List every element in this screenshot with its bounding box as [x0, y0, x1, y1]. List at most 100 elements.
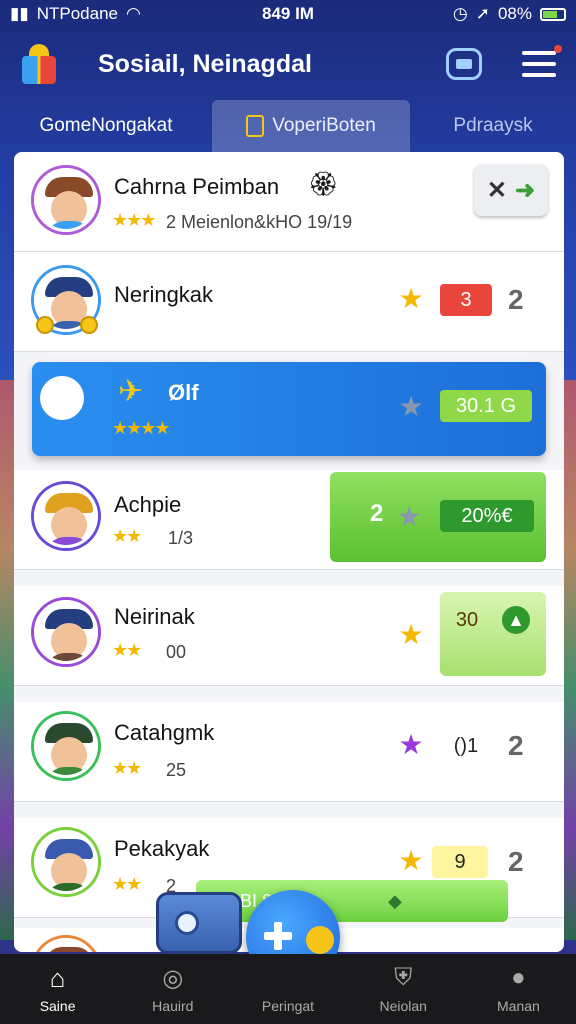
tab-gomenongakat[interactable]: GomeNongakat — [0, 100, 212, 152]
score-badge: 20%€ — [440, 500, 534, 532]
trophy-icon: 🏵 — [308, 171, 339, 198]
nav-label: Peringat — [261, 998, 315, 1014]
star-icon: ★ — [398, 729, 424, 760]
alarm-icon: ◷ — [452, 4, 468, 23]
gift-icon[interactable] — [20, 44, 58, 84]
star-icon: ★ — [398, 619, 424, 650]
robot-icon — [175, 911, 199, 935]
star-icon: ★ — [396, 501, 422, 532]
star-icon: ★ — [398, 283, 424, 314]
tab-voperiboten[interactable]: VoperiBoten — [212, 100, 410, 152]
star-rating: ★★ — [112, 640, 142, 660]
player-name: Catahgmk — [114, 720, 215, 745]
tab-pdraaysk[interactable]: Pdraaysk — [410, 100, 576, 152]
battery-label: 08% — [497, 4, 532, 23]
rocket-icon: ✈ — [118, 375, 144, 408]
star-rating: ★★ — [112, 874, 142, 894]
score-badge: 30.1 G — [440, 390, 532, 422]
star-rating: ★★ — [112, 526, 142, 546]
avatar — [34, 830, 98, 894]
star-rating: ★★★★ — [112, 418, 171, 438]
status-left: ▮▮ NTPodane ◠ — [10, 4, 210, 24]
avatar — [34, 168, 98, 232]
nav-label: Neiolan — [379, 998, 427, 1014]
gamepad-knob — [306, 926, 334, 954]
player-name: Achpie — [114, 492, 182, 517]
star-icon: ★ — [398, 845, 424, 876]
player-name: Neringkak — [114, 282, 214, 307]
arrow-up-icon: ▲ — [502, 606, 530, 634]
home-icon: ⌂ — [49, 962, 66, 993]
avatar — [34, 600, 98, 664]
arrow-right-icon: ➜ — [515, 176, 536, 204]
tab-label: GomeNongakat — [39, 115, 173, 136]
star-icon: ★ — [398, 391, 424, 422]
status-right: ◷ ➚ 08% — [366, 4, 566, 24]
nav-label: Manan — [497, 998, 540, 1014]
progress-banner[interactable]: BI 881% ◆ — [196, 880, 508, 922]
avatar — [34, 714, 98, 778]
score-badge: 3 — [440, 284, 492, 316]
nav-hauird[interactable]: ◎ Hauird — [115, 954, 230, 1024]
player-meta: 25 — [166, 760, 187, 780]
star-rating: ★★ — [112, 758, 142, 778]
close-icon: ✕ — [486, 176, 507, 204]
player-name: Ølf — [168, 380, 199, 405]
chat-icon — [456, 59, 472, 69]
avatar — [34, 484, 98, 548]
status-time: 849 IM — [262, 4, 314, 23]
nav-manan[interactable]: ● Manan — [461, 954, 576, 1024]
top-player-row[interactable]: Cahrna Peimban 🏵 ★★★ 2 Meienlon&kHO 19/1… — [14, 152, 564, 252]
header: Sosiail, Neinagdal — [0, 36, 576, 92]
signal-icon: ▮▮ — [10, 4, 29, 23]
close-action-button[interactable]: ✕ ➜ — [474, 164, 548, 216]
nav-peringat[interactable]: Peringat — [230, 954, 345, 1024]
score-badge: ()1 — [453, 734, 479, 757]
battery-icon — [540, 7, 566, 21]
nav-neiolan[interactable]: ⛨ Neiolan — [346, 954, 461, 1024]
score-badge: 9 — [432, 846, 488, 878]
player-name: Neirinak — [114, 604, 195, 629]
coin-icon — [80, 316, 98, 334]
nav-home[interactable]: ⌂ Saine — [0, 954, 115, 1024]
highlighted-row[interactable]: ✈ Ølf ★★★★ ★ 30.1 G — [32, 362, 546, 456]
app-title: Sosiail, Neinagdal — [98, 49, 312, 78]
nav-label: Saine — [39, 998, 76, 1014]
status-bar: ▮▮ NTPodane ◠ 849 IM ◷ ➚ 08% — [0, 0, 576, 28]
player-meta: 1/3 — [168, 528, 194, 548]
chat-button[interactable] — [446, 48, 482, 80]
tab-bar: GomeNongakat VoperiBoten Pdraaysk — [0, 100, 576, 152]
highlighted-score[interactable]: 2 ★ 20%€ — [330, 472, 546, 562]
wifi-icon: ◠ — [126, 4, 141, 23]
trophy-icon — [273, 964, 303, 992]
location-icon: ➚ — [475, 4, 490, 23]
list-item[interactable]: Catahgmk ★★ 25 ★ ()1 2 — [14, 702, 564, 802]
coin-icon — [36, 316, 54, 334]
rank-number: 2 — [508, 284, 524, 315]
player-meta: 2 Meienlon&kHO 19/19 — [166, 212, 353, 232]
leaderboard-panel: Cahrna Peimban 🏵 ★★★ 2 Meienlon&kHO 19/1… — [14, 152, 564, 952]
tab-label: VoperiBoten — [272, 115, 376, 136]
shield-icon: ⛨ — [394, 964, 413, 991]
avatar — [34, 938, 98, 952]
player-name: Pekakyak — [114, 836, 210, 861]
tab-label: Pdraaysk — [453, 115, 533, 136]
carrier-label: NTPodane — [36, 4, 118, 23]
mascot-icon — [40, 376, 84, 420]
score-badge: 30 — [455, 608, 479, 631]
notification-dot — [554, 45, 562, 53]
rank-number: 2 — [508, 846, 524, 877]
bottom-nav: ⌂ Saine ◎ Hauird Peringat ⛨ Neiolan ● Ma… — [0, 954, 576, 1024]
nav-label: Hauird — [152, 998, 194, 1014]
document-icon — [246, 115, 265, 137]
list-item[interactable]: Neringkak ★ 3 2 — [14, 252, 564, 352]
gamepad-icon — [264, 922, 292, 950]
rank-number: 2 — [508, 730, 524, 761]
star-rating: ★★★ — [112, 210, 156, 230]
heart-icon: ◎ — [162, 964, 184, 992]
highlighted-score[interactable]: 30 ▲ — [440, 592, 546, 676]
menu-button[interactable] — [522, 45, 562, 77]
chevron-icon: ◆ — [388, 890, 402, 911]
robot-button[interactable] — [156, 892, 242, 954]
rank-number: 2 — [370, 500, 384, 527]
